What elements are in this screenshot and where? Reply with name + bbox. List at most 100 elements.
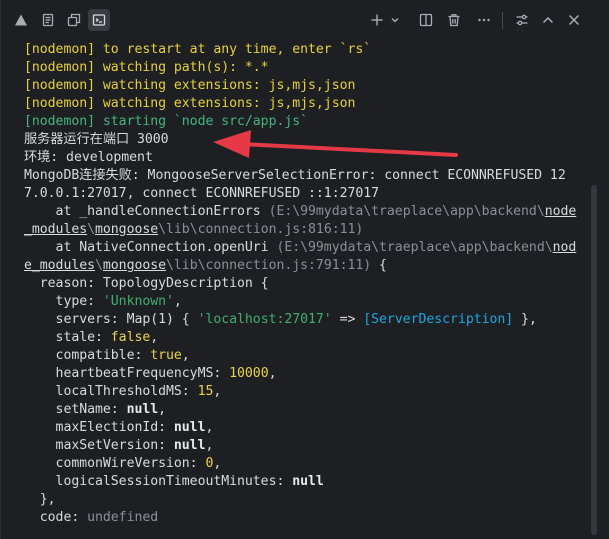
terminal-line: }, [24,491,594,509]
terminal-text-segment: , [213,384,222,399]
terminal-text-segment: at NativeConnection.openUri [24,240,277,255]
terminal-text-segment: [nodemon] watching extensions: js,mjs,js… [24,78,356,93]
terminal-text-segment: \ [87,222,96,237]
terminal-text-segment: code: [24,510,88,525]
close-panel-icon[interactable] [563,9,585,31]
warning-icon[interactable] [10,9,32,31]
terminal-line: 服务器运行在端口 3000 [24,131,594,149]
terminal-text-segment: 环境: development [24,150,153,165]
terminal-panel: [nodemon] to restart at any time, enter … [0,0,609,539]
output-icon[interactable] [37,9,59,31]
terminal-text-segment: , [181,348,190,363]
terminal-text-segment: null [173,438,206,453]
debug-console-icon[interactable] [63,9,85,31]
terminal-text-segment: [nodemon] watching extensions: js,mjs,js… [24,96,356,111]
terminal-text-segment: null [173,420,206,435]
terminal-text-segment: , [173,294,182,309]
terminal-text-segment: nod [552,240,577,255]
terminal-line: commonWireVersion: 0, [24,455,594,473]
terminal-text-segment: 15 [197,384,214,399]
terminal-text-segment: , [213,456,222,471]
more-icon[interactable] [473,9,495,31]
terminal-text-segment: 服务器运行在端口 3000 [24,132,169,147]
terminal-line: MongoDB连接失败: MongooseServerSelectionErro… [24,167,594,185]
terminal-text-segment: maxSetVersion: [24,438,174,453]
terminal-text-segment: stale: [24,330,111,345]
terminal-text-segment: }, [513,312,537,327]
terminal-line: e_modules\mongoose\lib\connection.js:791… [24,257,594,275]
terminal-text-segment: (E:\99mydata\traeplace\app\backend\ [276,240,553,255]
terminal-text-segment: localThresholdMS: [24,384,198,399]
terminal-text-segment: commonWireVersion: [24,456,206,471]
terminal-text-segment: type: [24,294,103,309]
toolbar-divider [502,12,503,29]
terminal-text-segment: [nodemon] to restart at any time, enter … [24,42,372,57]
trash-icon[interactable] [443,9,465,31]
terminal-text-segment: true [150,348,182,363]
chevron-down-icon[interactable] [387,9,403,31]
terminal-text-segment: , [268,366,277,381]
terminal-scrollbar-thumb[interactable] [591,185,597,535]
terminal-line: localThresholdMS: 15, [24,383,594,401]
terminal-line: [nodemon] watching extensions: js,mjs,js… [24,77,594,95]
terminal-line: maxElectionId: null, [24,419,594,437]
terminal-line: maxSetVersion: null, [24,437,594,455]
terminal-text-segment: false [110,330,151,345]
terminal-line: [nodemon] watching extensions: js,mjs,js… [24,95,594,113]
terminal-text-segment: null [292,474,324,489]
terminal-line: heartbeatFrequencyMS: 10000, [24,365,594,383]
terminal-text-segment: [ServerDescription] [363,312,514,327]
terminal-text-segment: }, [24,492,56,507]
terminal-icon[interactable] [88,9,110,31]
terminal-text-segment: , [158,402,167,417]
terminal-line: at _handleConnectionErrors (E:\99mydata\… [24,203,594,221]
terminal-text-segment: , [205,438,214,453]
terminal-text-segment: at _handleConnectionErrors [24,204,269,219]
terminal-line: [nodemon] to restart at any time, enter … [24,41,594,59]
terminal-text-segment: mongoose [102,258,167,273]
terminal-line: setName: null, [24,401,594,419]
terminal-text-segment: [nodemon] watching path(s): *.* [24,60,269,75]
terminal-text-segment: maxElectionId: [24,420,174,435]
terminal-line: 7.0.0.1:27017, connect ECONNREFUSED ::1:… [24,185,594,203]
terminal-text-segment: compatible: [24,348,151,363]
settings-sliders-icon[interactable] [511,9,533,31]
terminal-text-segment: null [126,402,159,417]
terminal-line: type: 'Unknown', [24,293,594,311]
terminal-text-segment: 7.0.0.1:27017, connect ECONNREFUSED ::1:… [24,186,380,201]
terminal-text-segment: \lib\connection.js:816:11) [158,222,364,237]
terminal-text-segment: _modules [24,222,88,237]
terminal-line: reason: TopologyDescription { [24,275,594,293]
terminal-text-segment: heartbeatFrequencyMS: [24,366,230,381]
terminal-text-segment: [nodemon] starting `node src/app.js` [24,114,309,129]
terminal-line: [nodemon] watching path(s): *.* [24,59,594,77]
terminal-text-segment: \ [95,258,103,273]
terminal-text-segment: { [371,258,387,273]
terminal-line: logicalSessionTimeoutMinutes: null [24,473,594,491]
terminal-output[interactable]: [nodemon] to restart at any time, enter … [24,41,594,527]
terminal-text-segment: => [331,312,364,327]
terminal-text-segment: 'localhost:27017' [197,312,332,327]
terminal-line: code: undefined [24,509,594,527]
terminal-text-segment: mongoose [95,222,159,237]
terminal-line: stale: false, [24,329,594,347]
split-terminal-icon[interactable] [415,9,437,31]
terminal-text-segment: MongoDB连接失败: MongooseServerSelectionErro… [24,168,566,183]
terminal-text-segment: 10000 [229,366,269,381]
add-terminal-icon[interactable] [366,9,388,31]
terminal-text-segment: \lib\connection.js:791:11) [166,258,372,273]
terminal-line: _modules\mongoose\lib\connection.js:816:… [24,221,594,239]
terminal-text-segment: reason: TopologyDescription { [24,276,269,291]
terminal-text-segment: servers: Map(1) { [24,312,198,327]
terminal-text-segment: e_modules [24,258,96,273]
terminal-text-segment: node [544,204,577,219]
terminal-line: servers: Map(1) { 'localhost:27017' => [… [24,311,594,329]
panel-toolbar [1,0,609,40]
terminal-text-segment: logicalSessionTimeoutMinutes: [24,474,293,489]
maximize-panel-icon[interactable] [537,9,559,31]
terminal-line: [nodemon] starting `node src/app.js` [24,113,594,131]
terminal-line: 环境: development [24,149,594,167]
terminal-text-segment: setName: [24,402,127,417]
terminal-line: compatible: true, [24,347,594,365]
terminal-text-segment: , [150,330,159,345]
